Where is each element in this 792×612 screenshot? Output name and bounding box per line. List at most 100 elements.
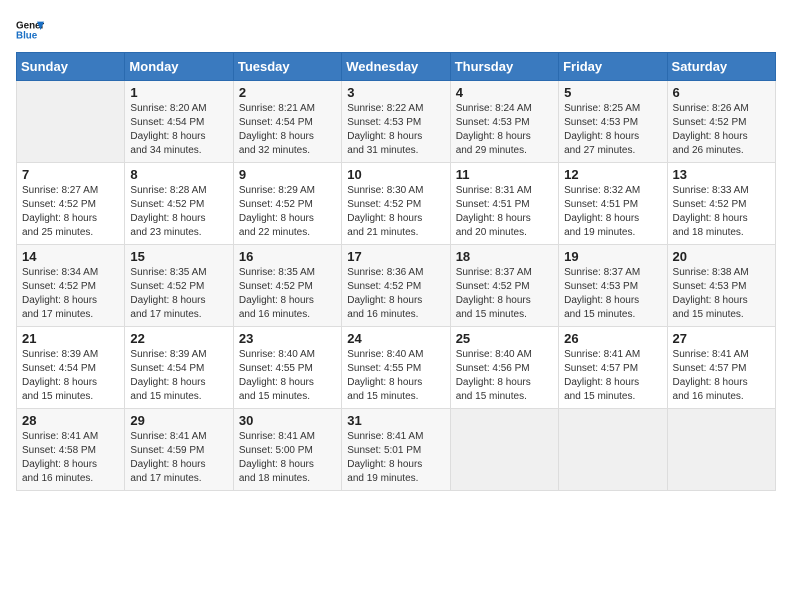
calendar-cell: 3 Sunrise: 8:22 AM Sunset: 4:53 PM Daylig…	[342, 81, 450, 163]
calendar-cell: 21 Sunrise: 8:39 AM Sunset: 4:54 PM Dayli…	[17, 327, 125, 409]
day-header-wednesday: Wednesday	[342, 53, 450, 81]
day-info: Sunrise: 8:35 AM Sunset: 4:52 PM Dayligh…	[130, 266, 227, 322]
day-info: Sunrise: 8:32 AM Sunset: 4:51 PM Dayligh…	[564, 184, 661, 240]
day-header-sunday: Sunday	[17, 53, 125, 81]
day-info: Sunrise: 8:37 AM Sunset: 4:52 PM Dayligh…	[456, 266, 553, 322]
calendar-cell: 18 Sunrise: 8:37 AM Sunset: 4:52 PM Dayli…	[450, 245, 558, 327]
calendar-week-3: 14 Sunrise: 8:34 AM Sunset: 4:52 PM Dayli…	[17, 245, 776, 327]
calendar-cell: 29 Sunrise: 8:41 AM Sunset: 4:59 PM Dayli…	[125, 409, 233, 491]
day-header-saturday: Saturday	[667, 53, 775, 81]
day-number: 5	[564, 85, 661, 100]
calendar-table: SundayMondayTuesdayWednesdayThursdayFrid…	[16, 52, 776, 491]
day-info: Sunrise: 8:31 AM Sunset: 4:51 PM Dayligh…	[456, 184, 553, 240]
day-info: Sunrise: 8:33 AM Sunset: 4:52 PM Dayligh…	[673, 184, 770, 240]
day-number: 12	[564, 167, 661, 182]
day-info: Sunrise: 8:38 AM Sunset: 4:53 PM Dayligh…	[673, 266, 770, 322]
day-info: Sunrise: 8:41 AM Sunset: 4:59 PM Dayligh…	[130, 430, 227, 486]
calendar-cell: 1 Sunrise: 8:20 AM Sunset: 4:54 PM Daylig…	[125, 81, 233, 163]
day-number: 15	[130, 249, 227, 264]
day-info: Sunrise: 8:26 AM Sunset: 4:52 PM Dayligh…	[673, 102, 770, 158]
calendar-cell: 12 Sunrise: 8:32 AM Sunset: 4:51 PM Dayli…	[559, 163, 667, 245]
day-number: 14	[22, 249, 119, 264]
day-info: Sunrise: 8:22 AM Sunset: 4:53 PM Dayligh…	[347, 102, 444, 158]
day-number: 31	[347, 413, 444, 428]
day-number: 19	[564, 249, 661, 264]
day-number: 26	[564, 331, 661, 346]
day-info: Sunrise: 8:21 AM Sunset: 4:54 PM Dayligh…	[239, 102, 336, 158]
calendar-cell: 10 Sunrise: 8:30 AM Sunset: 4:52 PM Dayli…	[342, 163, 450, 245]
day-number: 7	[22, 167, 119, 182]
day-number: 28	[22, 413, 119, 428]
day-info: Sunrise: 8:34 AM Sunset: 4:52 PM Dayligh…	[22, 266, 119, 322]
day-info: Sunrise: 8:30 AM Sunset: 4:52 PM Dayligh…	[347, 184, 444, 240]
calendar-cell: 2 Sunrise: 8:21 AM Sunset: 4:54 PM Daylig…	[233, 81, 341, 163]
calendar-cell: 25Sunrise: 8:40 AM Sunset: 4:56 PM Dayli…	[450, 327, 558, 409]
calendar-cell: 8 Sunrise: 8:28 AM Sunset: 4:52 PM Daylig…	[125, 163, 233, 245]
calendar-cell	[450, 409, 558, 491]
calendar-cell: 15 Sunrise: 8:35 AM Sunset: 4:52 PM Dayli…	[125, 245, 233, 327]
day-header-tuesday: Tuesday	[233, 53, 341, 81]
day-header-thursday: Thursday	[450, 53, 558, 81]
day-info: Sunrise: 8:24 AM Sunset: 4:53 PM Dayligh…	[456, 102, 553, 158]
calendar-cell: 4 Sunrise: 8:24 AM Sunset: 4:53 PM Daylig…	[450, 81, 558, 163]
day-header-friday: Friday	[559, 53, 667, 81]
calendar-cell: 17Sunrise: 8:36 AM Sunset: 4:52 PM Dayli…	[342, 245, 450, 327]
calendar-cell: 24Sunrise: 8:40 AM Sunset: 4:55 PM Dayli…	[342, 327, 450, 409]
calendar-cell: 9 Sunrise: 8:29 AM Sunset: 4:52 PM Daylig…	[233, 163, 341, 245]
day-number: 2	[239, 85, 336, 100]
calendar-cell: 23 Sunrise: 8:40 AM Sunset: 4:55 PM Dayli…	[233, 327, 341, 409]
day-number: 11	[456, 167, 553, 182]
day-info: Sunrise: 8:40 AM Sunset: 4:56 PM Dayligh…	[456, 348, 553, 404]
calendar-cell: 11 Sunrise: 8:31 AM Sunset: 4:51 PM Dayli…	[450, 163, 558, 245]
day-info: Sunrise: 8:40 AM Sunset: 4:55 PM Dayligh…	[347, 348, 444, 404]
day-info: Sunrise: 8:39 AM Sunset: 4:54 PM Dayligh…	[22, 348, 119, 404]
day-info: Sunrise: 8:20 AM Sunset: 4:54 PM Dayligh…	[130, 102, 227, 158]
calendar-cell: 14 Sunrise: 8:34 AM Sunset: 4:52 PM Dayli…	[17, 245, 125, 327]
page-header: General Blue	[16, 16, 776, 44]
day-number: 3	[347, 85, 444, 100]
day-number: 4	[456, 85, 553, 100]
day-info: Sunrise: 8:28 AM Sunset: 4:52 PM Dayligh…	[130, 184, 227, 240]
calendar-cell: 6 Sunrise: 8:26 AM Sunset: 4:52 PM Daylig…	[667, 81, 775, 163]
logo: General Blue	[16, 16, 44, 44]
day-number: 9	[239, 167, 336, 182]
calendar-cell	[667, 409, 775, 491]
calendar-week-4: 21 Sunrise: 8:39 AM Sunset: 4:54 PM Dayli…	[17, 327, 776, 409]
day-info: Sunrise: 8:29 AM Sunset: 4:52 PM Dayligh…	[239, 184, 336, 240]
calendar-header-row: SundayMondayTuesdayWednesdayThursdayFrid…	[17, 53, 776, 81]
day-number: 23	[239, 331, 336, 346]
day-number: 10	[347, 167, 444, 182]
calendar-cell: 31Sunrise: 8:41 AM Sunset: 5:01 PM Dayli…	[342, 409, 450, 491]
day-number: 30	[239, 413, 336, 428]
calendar-cell: 28Sunrise: 8:41 AM Sunset: 4:58 PM Dayli…	[17, 409, 125, 491]
calendar-week-1: 1 Sunrise: 8:20 AM Sunset: 4:54 PM Daylig…	[17, 81, 776, 163]
day-info: Sunrise: 8:41 AM Sunset: 4:57 PM Dayligh…	[564, 348, 661, 404]
day-info: Sunrise: 8:41 AM Sunset: 4:57 PM Dayligh…	[673, 348, 770, 404]
day-info: Sunrise: 8:25 AM Sunset: 4:53 PM Dayligh…	[564, 102, 661, 158]
calendar-cell	[17, 81, 125, 163]
day-info: Sunrise: 8:39 AM Sunset: 4:54 PM Dayligh…	[130, 348, 227, 404]
calendar-cell: 16Sunrise: 8:35 AM Sunset: 4:52 PM Dayli…	[233, 245, 341, 327]
day-number: 21	[22, 331, 119, 346]
day-number: 18	[456, 249, 553, 264]
svg-text:Blue: Blue	[16, 30, 38, 41]
day-info: Sunrise: 8:36 AM Sunset: 4:52 PM Dayligh…	[347, 266, 444, 322]
calendar-week-2: 7 Sunrise: 8:27 AM Sunset: 4:52 PM Daylig…	[17, 163, 776, 245]
day-number: 16	[239, 249, 336, 264]
day-number: 6	[673, 85, 770, 100]
logo-icon: General Blue	[16, 16, 44, 44]
day-number: 8	[130, 167, 227, 182]
day-info: Sunrise: 8:41 AM Sunset: 5:00 PM Dayligh…	[239, 430, 336, 486]
calendar-cell: 7 Sunrise: 8:27 AM Sunset: 4:52 PM Daylig…	[17, 163, 125, 245]
day-header-monday: Monday	[125, 53, 233, 81]
calendar-cell: 19Sunrise: 8:37 AM Sunset: 4:53 PM Dayli…	[559, 245, 667, 327]
calendar-cell: 20 Sunrise: 8:38 AM Sunset: 4:53 PM Dayli…	[667, 245, 775, 327]
calendar-cell: 5 Sunrise: 8:25 AM Sunset: 4:53 PM Daylig…	[559, 81, 667, 163]
day-info: Sunrise: 8:40 AM Sunset: 4:55 PM Dayligh…	[239, 348, 336, 404]
day-number: 1	[130, 85, 227, 100]
calendar-cell	[559, 409, 667, 491]
day-number: 29	[130, 413, 227, 428]
day-info: Sunrise: 8:27 AM Sunset: 4:52 PM Dayligh…	[22, 184, 119, 240]
day-number: 20	[673, 249, 770, 264]
calendar-cell: 30 Sunrise: 8:41 AM Sunset: 5:00 PM Dayli…	[233, 409, 341, 491]
